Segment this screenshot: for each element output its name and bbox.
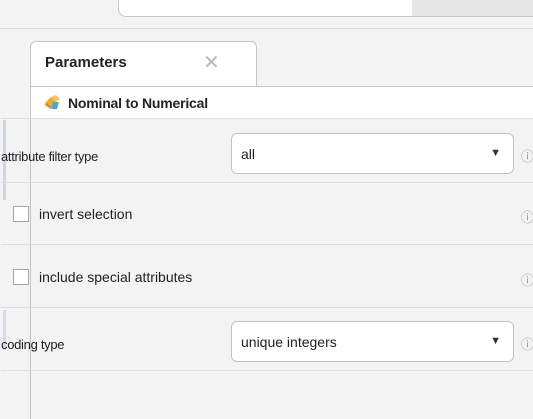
- row-divider: [1, 307, 533, 308]
- checkbox-label: invert selection: [39, 206, 133, 222]
- chevron-down-icon: ▼: [490, 335, 501, 347]
- select-value: unique integers: [241, 334, 337, 350]
- top-input-field[interactable]: [118, 0, 414, 17]
- include-special-attributes-checkbox[interactable]: include special attributes: [13, 269, 192, 285]
- row-divider: [1, 182, 533, 183]
- invert-selection-checkbox[interactable]: invert selection: [13, 206, 132, 222]
- row-divider: [1, 370, 533, 371]
- info-icon[interactable]: ⓘ: [521, 146, 533, 165]
- select-value: all: [241, 146, 256, 162]
- close-icon[interactable]: ✕: [203, 50, 220, 75]
- info-icon[interactable]: ⓘ: [521, 207, 533, 226]
- operator-title: Nominal to Numerical: [68, 95, 208, 111]
- info-icon[interactable]: ⓘ: [521, 270, 533, 289]
- tab-parameters[interactable]: Parameters ✕: [30, 41, 257, 87]
- coding-type-label: coding type: [1, 337, 65, 352]
- coding-type-select[interactable]: unique integers ▼: [231, 321, 514, 362]
- row-divider: [1, 244, 533, 245]
- top-strip: [0, 0, 533, 30]
- attribute-filter-type-label: attribute filter type: [1, 149, 99, 164]
- attribute-filter-type-select[interactable]: all ▼: [231, 133, 514, 174]
- checkbox-box[interactable]: [13, 269, 29, 285]
- operator-icon: [43, 93, 63, 111]
- parameters-panel: Nominal to Numerical attribute filter ty…: [1, 86, 533, 419]
- chevron-down-icon: ▼: [490, 147, 501, 159]
- operator-header: Nominal to Numerical: [31, 87, 533, 118]
- checkbox-box[interactable]: [13, 206, 29, 222]
- row-divider: [1, 118, 533, 119]
- tab-label: Parameters: [45, 54, 127, 71]
- top-divider: [0, 28, 533, 29]
- top-field-right: [412, 0, 533, 17]
- checkbox-label: include special attributes: [39, 269, 193, 285]
- info-icon[interactable]: ⓘ: [521, 334, 533, 353]
